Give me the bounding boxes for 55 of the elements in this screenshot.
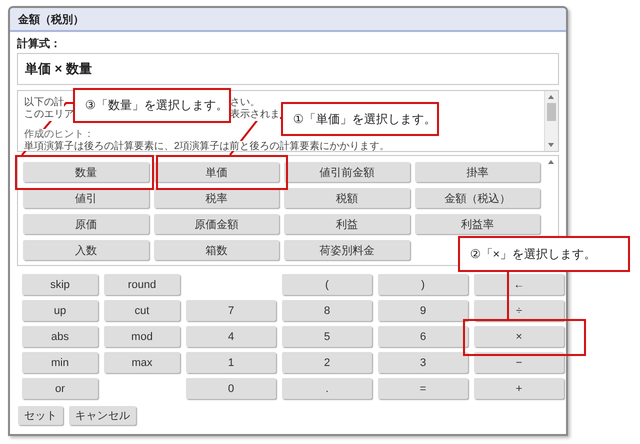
key-button[interactable]: 6 <box>378 326 468 347</box>
set-button[interactable]: セット <box>18 406 63 425</box>
formula-label: 計算式： <box>17 36 61 51</box>
callout: ③「数量」を選択します。 <box>73 88 231 123</box>
key-button[interactable]: 8 <box>282 300 372 321</box>
field-button[interactable]: 利益 <box>284 214 410 234</box>
field-button[interactable]: 箱数 <box>154 240 279 260</box>
callout: ①「単価」を選択します。 <box>281 102 439 136</box>
key-button[interactable]: 7 <box>186 300 276 321</box>
key-button[interactable]: 3 <box>378 352 468 373</box>
key-button[interactable]: max <box>104 352 180 373</box>
help-text: 表示されま <box>230 109 280 121</box>
callout: ②「×」を選択します。 <box>458 236 630 272</box>
key-button[interactable]: round <box>104 274 180 295</box>
key-button[interactable]: min <box>22 352 98 373</box>
key-button[interactable]: cut <box>104 300 180 321</box>
key-button[interactable]: 1 <box>186 352 276 373</box>
leader-line <box>507 272 509 319</box>
key-button[interactable]: mod <box>104 326 180 347</box>
key-button[interactable]: skip <box>22 274 98 295</box>
field-button[interactable]: 値引 <box>23 188 148 208</box>
key-button[interactable]: ← <box>474 274 564 295</box>
field-button[interactable]: 利益率 <box>414 214 540 234</box>
key-button[interactable]: . <box>282 378 372 399</box>
key-button[interactable]: + <box>474 378 564 399</box>
field-button[interactable]: 税率 <box>154 188 279 208</box>
help-text: このエリア <box>24 109 74 121</box>
key-button[interactable]: 5 <box>282 326 372 347</box>
key-button[interactable]: 4 <box>186 326 276 347</box>
field-button[interactable]: 原価 <box>23 214 148 234</box>
field-button[interactable]: 数量 <box>23 162 148 182</box>
key-button[interactable]: ( <box>282 274 372 295</box>
key-button[interactable]: up <box>22 300 98 321</box>
field-button[interactable]: 値引前金額 <box>284 162 410 182</box>
field-button[interactable]: 税額 <box>284 188 410 208</box>
field-button[interactable]: 原価金額 <box>154 214 279 234</box>
key-button[interactable]: = <box>378 378 468 399</box>
key-button[interactable]: 2 <box>282 352 372 373</box>
key-button[interactable]: ) <box>378 274 468 295</box>
key-button[interactable]: abs <box>22 326 98 347</box>
help-text: 以下の計 <box>24 97 64 109</box>
window-title: 金額（税別） <box>10 8 566 32</box>
key-button[interactable]: 0 <box>186 378 276 399</box>
field-button[interactable]: 金額（税込） <box>414 188 540 208</box>
key-button[interactable]: or <box>22 378 98 399</box>
field-button[interactable]: 荷姿別料金 <box>284 240 410 260</box>
field-button[interactable]: 単価 <box>154 162 279 182</box>
key-button[interactable]: × <box>474 326 564 347</box>
cancel-button[interactable]: キャンセル <box>69 406 136 425</box>
field-button[interactable]: 掛率 <box>414 162 540 182</box>
formula-field[interactable]: 単価 × 数量 <box>17 53 559 85</box>
key-button[interactable]: − <box>474 352 564 373</box>
scrollbar[interactable] <box>544 91 558 151</box>
field-button[interactable]: 入数 <box>23 240 148 260</box>
key-button[interactable]: 9 <box>378 300 468 321</box>
